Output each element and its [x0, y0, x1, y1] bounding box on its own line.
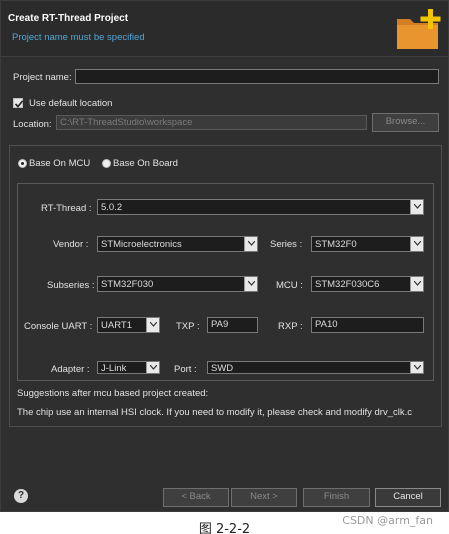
chevron-down-icon — [410, 362, 423, 373]
chevron-down-icon — [244, 237, 257, 251]
chevron-down-icon — [146, 362, 159, 373]
txp-input[interactable]: PA9 — [207, 317, 258, 333]
help-icon[interactable]: ? — [14, 489, 28, 503]
vendor-value: STMicroelectronics — [101, 239, 182, 250]
dialog-header: Create RT-Thread Project Project name mu… — [1, 1, 448, 57]
default-location-label: Use default location — [29, 98, 113, 109]
txp-label: TXP : — [176, 321, 200, 332]
mcu-label: MCU : — [276, 280, 303, 291]
mcu-value: STM32F030C6 — [315, 279, 380, 290]
watermark: CSDN @arm_fan — [342, 514, 433, 527]
base-on-board-radio[interactable] — [102, 159, 111, 168]
port-select[interactable]: SWD — [207, 361, 424, 374]
chevron-down-icon — [244, 277, 257, 291]
adapter-label: Adapter : — [51, 364, 90, 375]
base-on-mcu-radio[interactable] — [18, 159, 27, 168]
dialog-title: Create RT-Thread Project — [8, 13, 129, 24]
default-location-checkbox[interactable] — [13, 98, 24, 108]
series-value: STM32F0 — [315, 239, 357, 250]
suggestions-heading: Suggestions after mcu based project crea… — [17, 388, 209, 399]
chevron-down-icon — [410, 277, 423, 291]
subseries-select[interactable]: STM32F030 — [97, 276, 258, 292]
series-select[interactable]: STM32F0 — [311, 236, 424, 252]
console-uart-select[interactable]: UART1 — [97, 317, 160, 333]
next-button[interactable]: Next > — [231, 488, 297, 507]
dialog-message: Project name must be specified — [12, 32, 145, 43]
console-uart-label: Console UART : — [24, 321, 93, 332]
radio-selected-dot — [21, 162, 24, 165]
vendor-select[interactable]: STMicroelectronics — [97, 236, 258, 252]
cancel-button[interactable]: Cancel — [375, 488, 441, 507]
suggestions-text: The chip use an internal HSI clock. If y… — [17, 407, 412, 418]
adapter-value: J-Link — [101, 363, 127, 374]
series-label: Series : — [270, 239, 303, 250]
finish-button[interactable]: Finish — [303, 488, 370, 507]
chevron-down-icon — [146, 318, 159, 332]
base-on-mcu-label: Base On MCU — [29, 158, 91, 169]
back-button[interactable]: < Back — [163, 488, 229, 507]
adapter-select[interactable]: J-Link — [97, 361, 160, 374]
location-input[interactable]: C:\RT-ThreadStudio\workspace — [56, 115, 367, 130]
base-on-board-label: Base On Board — [113, 158, 178, 169]
rtthread-label: RT-Thread : — [41, 203, 92, 214]
rxp-input[interactable]: PA10 — [311, 317, 424, 333]
project-name-input[interactable] — [75, 69, 439, 84]
folder-add-icon — [394, 7, 444, 53]
port-value: SWD — [211, 363, 234, 374]
chevron-down-icon — [410, 200, 423, 214]
location-label: Location: — [13, 119, 52, 130]
vendor-label: Vendor : — [53, 239, 89, 250]
rxp-label: RXP : — [278, 321, 303, 332]
rtthread-version-select[interactable]: 5.0.2 — [97, 199, 424, 215]
project-name-label: Project name: — [13, 72, 72, 83]
browse-button[interactable]: Browse... — [372, 113, 439, 132]
subseries-label: Subseries : — [47, 280, 95, 291]
mcu-select[interactable]: STM32F030C6 — [311, 276, 424, 292]
create-project-dialog: Create RT-Thread Project Project name mu… — [0, 0, 449, 512]
port-label: Port : — [174, 364, 197, 375]
subseries-value: STM32F030 — [101, 279, 154, 290]
console-uart-value: UART1 — [101, 320, 132, 331]
rtthread-version-value: 5.0.2 — [101, 202, 123, 213]
chevron-down-icon — [410, 237, 423, 251]
